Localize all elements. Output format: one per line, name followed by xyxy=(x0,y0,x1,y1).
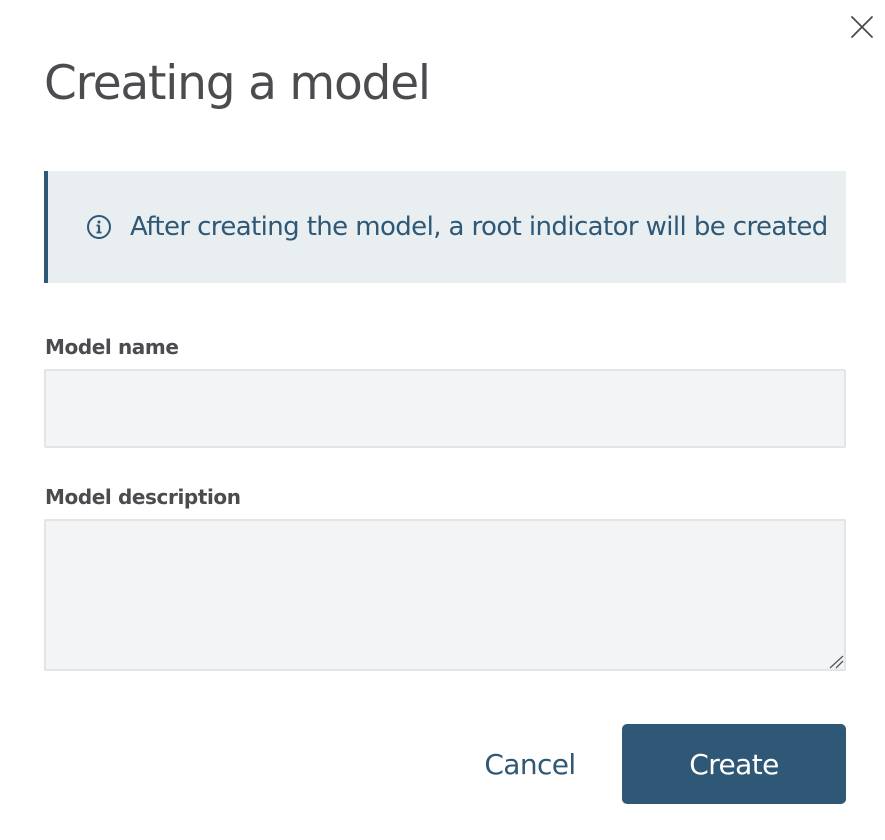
dialog-title: Creating a model xyxy=(44,56,431,111)
create-model-dialog: Creating a model After creating the mode… xyxy=(0,0,885,840)
cancel-button[interactable]: Cancel xyxy=(474,724,586,804)
model-name-input[interactable] xyxy=(44,369,846,448)
resize-handle-icon[interactable] xyxy=(828,655,844,669)
create-button[interactable]: Create xyxy=(622,724,846,804)
close-icon xyxy=(851,16,873,38)
info-circle-icon xyxy=(87,215,111,239)
model-description-label: Model description xyxy=(45,485,241,509)
model-name-label: Model name xyxy=(45,335,179,359)
info-banner-text: After creating the model, a root indicat… xyxy=(130,212,828,242)
close-button[interactable] xyxy=(845,10,879,44)
model-description-textarea[interactable] xyxy=(44,519,846,671)
info-banner: After creating the model, a root indicat… xyxy=(44,171,846,283)
